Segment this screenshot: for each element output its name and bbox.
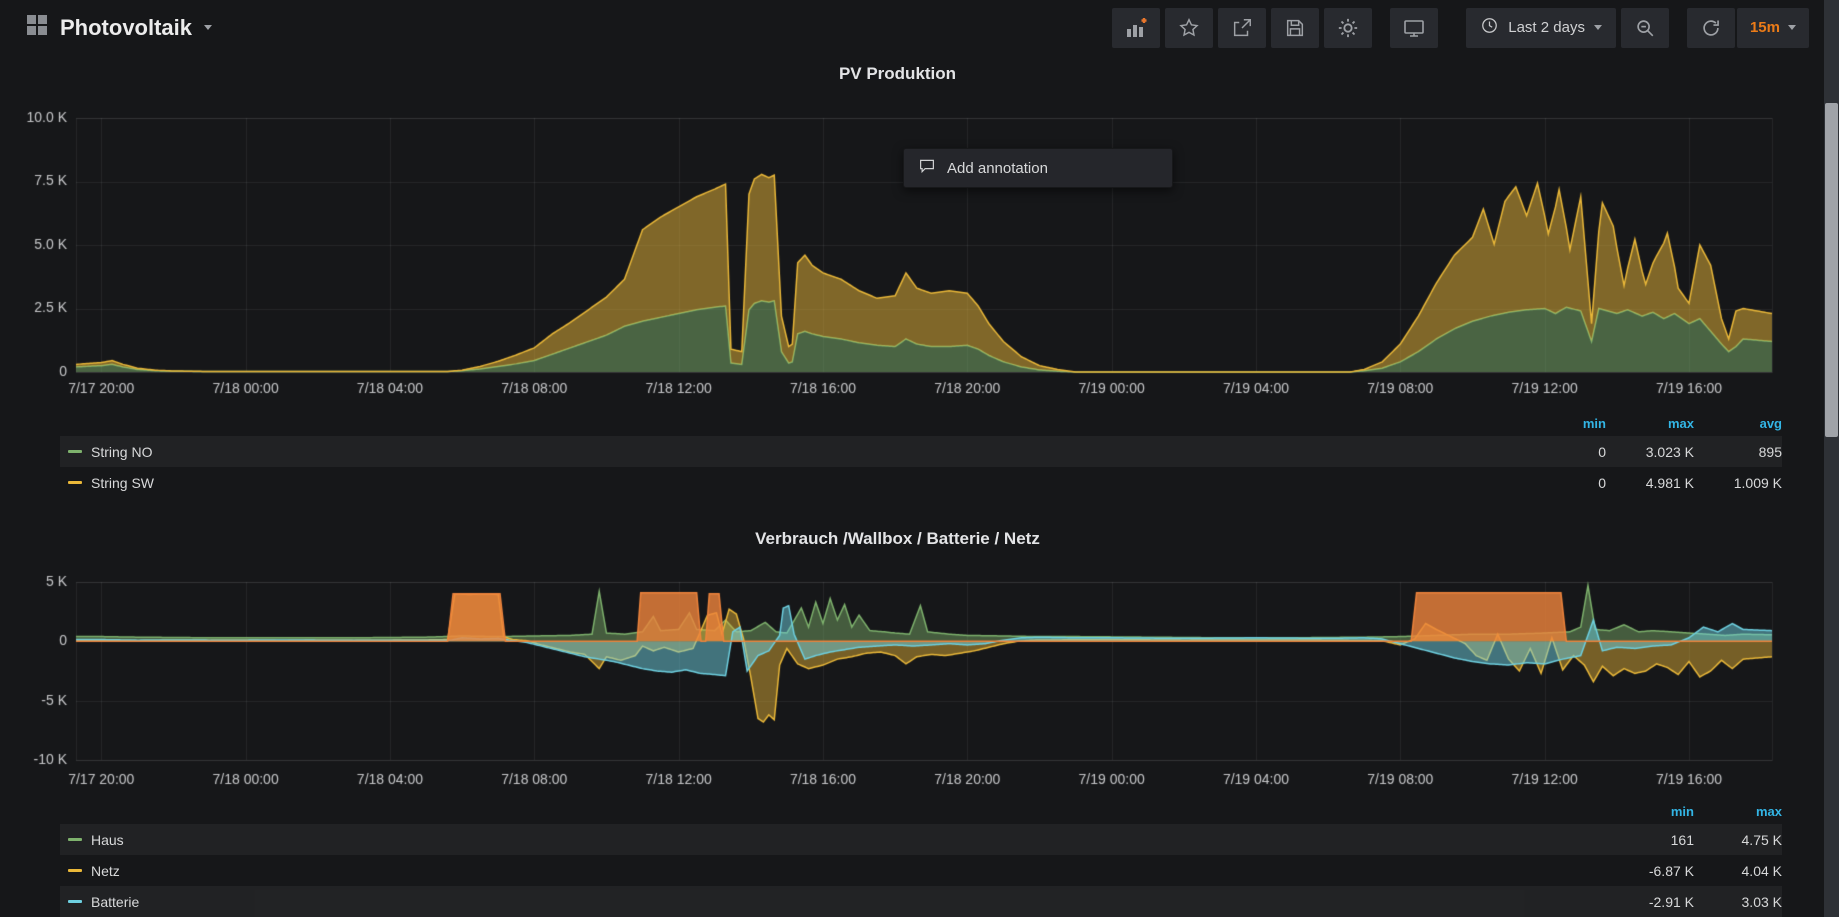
star-button[interactable] bbox=[1165, 8, 1213, 48]
refresh-interval-label: 15m bbox=[1750, 19, 1780, 36]
monitor-icon bbox=[1402, 16, 1426, 40]
dashboard-title[interactable]: Photovoltaik bbox=[60, 15, 192, 41]
add-panel-button[interactable] bbox=[1112, 8, 1160, 48]
stat-max: 4.75 K bbox=[1694, 832, 1782, 848]
pv-produktion-chart[interactable] bbox=[0, 95, 1839, 410]
verbrauch-chart[interactable] bbox=[0, 556, 1839, 796]
chevron-down-icon bbox=[1788, 25, 1796, 30]
stat-max: 4.981 K bbox=[1606, 475, 1694, 491]
legend-series-batterie[interactable]: Batterie bbox=[60, 894, 1606, 910]
legend-row-netz: Netz -6.87 K 4.04 K bbox=[60, 855, 1782, 886]
time-range-picker[interactable]: Last 2 days bbox=[1466, 8, 1616, 48]
legend-series-string-sw[interactable]: String SW bbox=[60, 475, 1518, 491]
save-button[interactable] bbox=[1271, 8, 1319, 48]
legend-row-batterie: Batterie -2.91 K 3.03 K bbox=[60, 886, 1782, 917]
series-color-dash bbox=[68, 450, 82, 453]
zoom-out-icon bbox=[1634, 17, 1656, 39]
verbrauch-legend: min max Haus 161 4.75 K Netz -6.87 K 4.0… bbox=[60, 798, 1782, 917]
series-label: String NO bbox=[91, 444, 152, 460]
refresh-interval-picker[interactable]: 15m bbox=[1737, 8, 1809, 48]
series-color-dash bbox=[68, 869, 82, 872]
share-icon bbox=[1231, 17, 1253, 39]
refresh-button[interactable] bbox=[1687, 8, 1735, 48]
stat-min: -6.87 K bbox=[1606, 863, 1694, 879]
legend-series-string-no[interactable]: String NO bbox=[60, 444, 1518, 460]
cycle-view-button[interactable] bbox=[1390, 8, 1438, 48]
legend-header: min max bbox=[60, 798, 1782, 824]
legend-col-min[interactable]: min bbox=[1518, 416, 1606, 431]
stat-min: 161 bbox=[1606, 832, 1694, 848]
legend-col-min[interactable]: min bbox=[1606, 804, 1694, 819]
clock-icon bbox=[1480, 16, 1499, 40]
series-color-dash bbox=[68, 838, 82, 841]
stat-min: 0 bbox=[1518, 444, 1606, 460]
stat-avg: 1.009 K bbox=[1694, 475, 1782, 491]
stat-max: 4.04 K bbox=[1694, 863, 1782, 879]
comment-bubble-icon bbox=[918, 157, 936, 180]
time-range-label: Last 2 days bbox=[1508, 19, 1585, 36]
legend-row-string-no: String NO 0 3.023 K 895 bbox=[60, 436, 1782, 467]
panel-title-pv-produktion[interactable]: PV Produktion bbox=[0, 64, 1795, 84]
legend-col-max[interactable]: max bbox=[1606, 416, 1694, 431]
stat-avg: 895 bbox=[1694, 444, 1782, 460]
series-color-dash bbox=[68, 481, 82, 484]
star-icon bbox=[1178, 17, 1200, 39]
legend-row-haus: Haus 161 4.75 K bbox=[60, 824, 1782, 855]
stat-max: 3.03 K bbox=[1694, 894, 1782, 910]
menu-item-label: Add annotation bbox=[947, 160, 1048, 177]
series-color-dash bbox=[68, 900, 82, 903]
series-label: Netz bbox=[91, 863, 120, 879]
legend-series-haus[interactable]: Haus bbox=[60, 832, 1606, 848]
scrollbar-thumb[interactable] bbox=[1825, 103, 1838, 437]
series-label: Haus bbox=[91, 832, 124, 848]
series-label: String SW bbox=[91, 475, 154, 491]
pv-produktion-legend: min max avg String NO 0 3.023 K 895 Stri… bbox=[60, 410, 1782, 498]
scrollbar-track[interactable] bbox=[1824, 0, 1839, 917]
stat-min: -2.91 K bbox=[1606, 894, 1694, 910]
legend-series-netz[interactable]: Netz bbox=[60, 863, 1606, 879]
add-annotation-menu-item[interactable]: Add annotation bbox=[903, 148, 1173, 188]
panel-title-verbrauch[interactable]: Verbrauch /Wallbox / Batterie / Netz bbox=[0, 529, 1795, 549]
save-icon bbox=[1284, 17, 1306, 39]
dashboards-grid-icon[interactable] bbox=[26, 14, 48, 41]
stat-min: 0 bbox=[1518, 475, 1606, 491]
zoom-out-button[interactable] bbox=[1621, 8, 1669, 48]
chevron-down-icon bbox=[1594, 25, 1602, 30]
legend-header: min max avg bbox=[60, 410, 1782, 436]
refresh-icon bbox=[1700, 17, 1722, 39]
series-label: Batterie bbox=[91, 894, 139, 910]
add-panel-icon bbox=[1124, 16, 1148, 40]
legend-col-avg[interactable]: avg bbox=[1694, 416, 1782, 431]
share-button[interactable] bbox=[1218, 8, 1266, 48]
settings-button[interactable] bbox=[1324, 8, 1372, 48]
legend-col-max[interactable]: max bbox=[1694, 804, 1782, 819]
stat-max: 3.023 K bbox=[1606, 444, 1694, 460]
chevron-down-icon[interactable] bbox=[204, 25, 212, 30]
legend-row-string-sw: String SW 0 4.981 K 1.009 K bbox=[60, 467, 1782, 498]
gear-icon bbox=[1337, 17, 1359, 39]
top-nav: Photovoltaik bbox=[0, 0, 1839, 55]
